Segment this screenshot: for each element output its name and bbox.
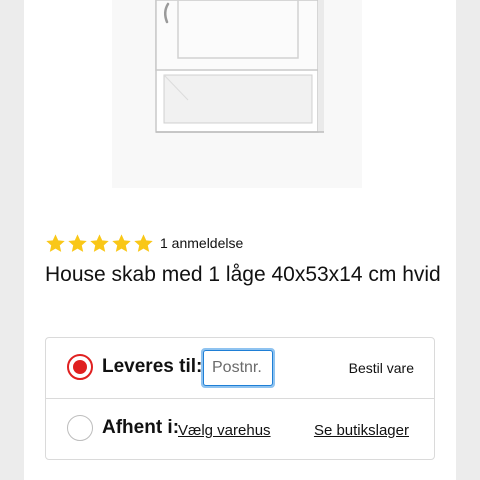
pickup-label: Afhent i: xyxy=(102,417,180,438)
rating-stars xyxy=(45,233,154,254)
pickup-option-row[interactable]: Afhent i: Vælg varehus Se butikslager xyxy=(46,399,434,459)
product-page: 1 anmeldelse House skab med 1 låge 40x53… xyxy=(24,0,456,480)
star-icon xyxy=(90,233,109,252)
star-icon xyxy=(112,233,131,252)
radio-selected-icon[interactable] xyxy=(67,354,93,380)
cabinet-illustration xyxy=(112,0,362,188)
star-icon xyxy=(46,233,65,252)
star-icon xyxy=(68,233,87,252)
order-item-button[interactable]: Bestil vare xyxy=(349,360,414,376)
store-stock-link[interactable]: Se butikslager xyxy=(314,422,409,439)
delivery-options: Leveres til: Bestil vare Afhent i: Vælg … xyxy=(45,337,435,460)
deliver-to-label: Leveres til: xyxy=(102,356,203,377)
choose-store-link[interactable]: Vælg varehus xyxy=(178,422,271,439)
product-image xyxy=(112,0,362,188)
star-icon xyxy=(134,233,153,252)
delivery-option-row[interactable]: Leveres til: Bestil vare xyxy=(46,338,434,399)
product-title: House skab med 1 låge 40x53x14 cm hvid xyxy=(45,263,441,286)
review-count[interactable]: 1 anmeldelse xyxy=(160,235,243,251)
postcode-input[interactable] xyxy=(203,350,273,386)
radio-unselected-icon[interactable] xyxy=(67,415,93,441)
product-rating[interactable]: 1 anmeldelse xyxy=(45,232,243,254)
